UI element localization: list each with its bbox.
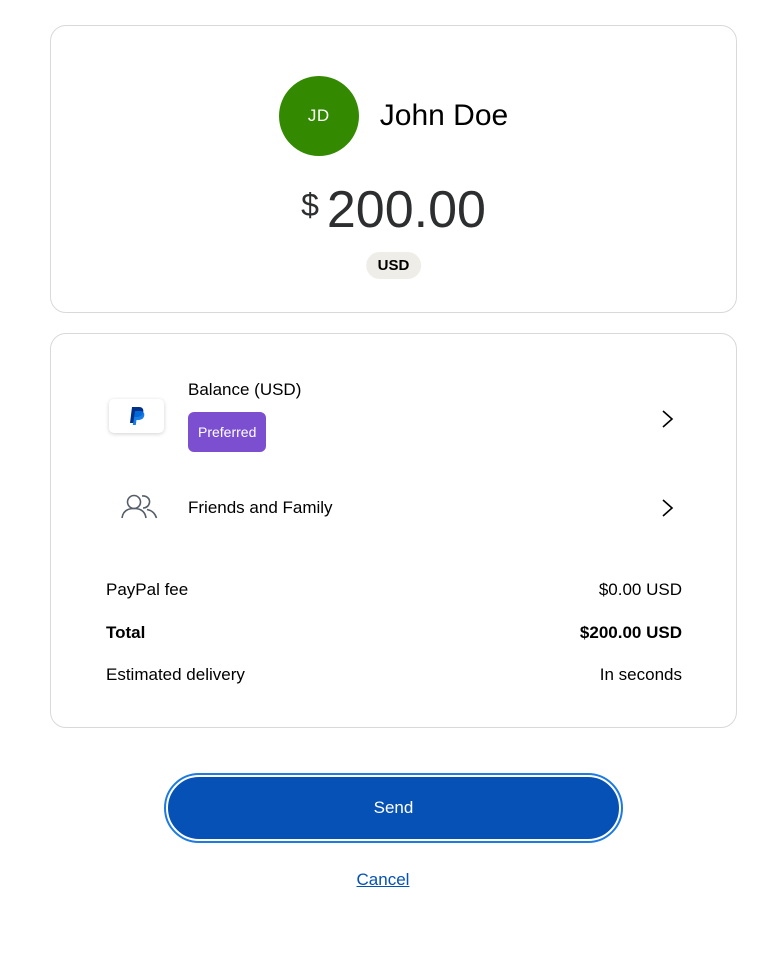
total-row: Total $200.00 USD	[106, 623, 682, 643]
amount-display: $ 200.00	[51, 179, 736, 241]
currency-badge[interactable]: USD	[365, 252, 422, 279]
payment-method-text: Balance (USD) Preferred	[188, 380, 301, 452]
currency-symbol: $	[301, 187, 319, 223]
fee-value: $0.00 USD	[598, 580, 682, 599]
total-value: $200.00 USD	[579, 623, 682, 642]
delivery-value: In seconds	[599, 665, 682, 684]
avatar: JD	[278, 76, 359, 156]
transfer-type-row[interactable]: Friends and Family	[51, 486, 736, 530]
recipient-name: John Doe	[379, 99, 509, 132]
recipient-header: JD John Doe	[51, 76, 736, 156]
payment-method-row[interactable]: Balance (USD) Preferred	[51, 376, 736, 462]
cancel-link[interactable]: Cancel	[0, 870, 766, 890]
delivery-label: Estimated delivery	[106, 665, 245, 684]
send-button[interactable]: Send	[164, 773, 623, 843]
people-icon	[121, 494, 158, 519]
fee-label: PayPal fee	[106, 580, 189, 599]
recipient-card: JD John Doe $ 200.00 USD	[50, 25, 737, 313]
fee-row: PayPal fee $0.00 USD	[106, 580, 682, 600]
chevron-right-icon[interactable]	[657, 409, 677, 429]
payment-details-card: Balance (USD) Preferred Friends and Fami…	[50, 333, 737, 728]
transfer-type-text: Friends and Family	[188, 498, 333, 518]
payment-method-label: Balance (USD)	[188, 380, 302, 399]
transfer-type-label: Friends and Family	[188, 498, 333, 517]
preferred-badge: Preferred	[188, 412, 267, 452]
total-label: Total	[106, 623, 146, 642]
chevron-right-icon[interactable]	[657, 498, 677, 518]
amount-value: 200.00	[326, 181, 486, 239]
delivery-row: Estimated delivery In seconds	[106, 665, 682, 685]
paypal-logo-icon	[109, 399, 164, 433]
